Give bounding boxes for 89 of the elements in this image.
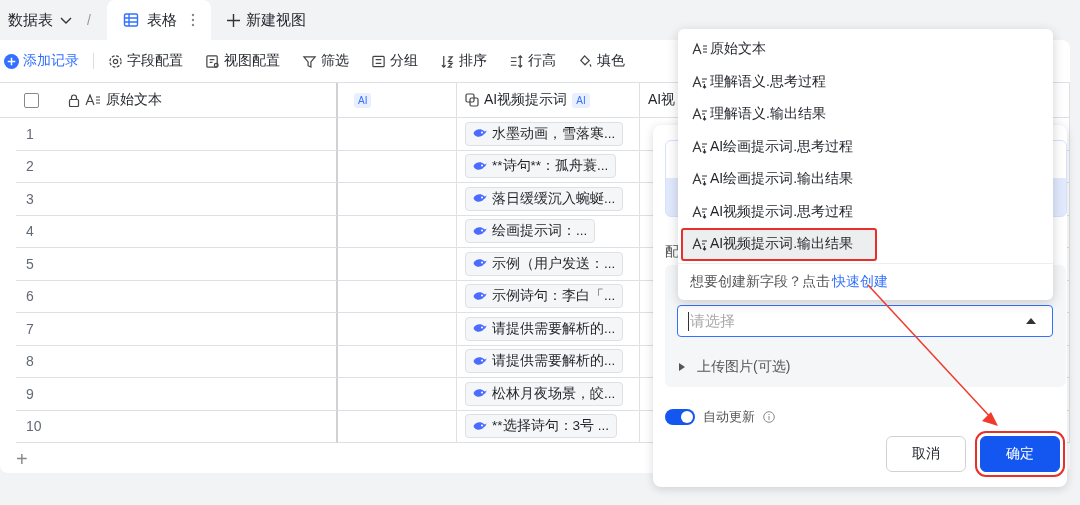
- dropdown-option[interactable]: AI绘画提示词.思考过程: [681, 130, 1050, 163]
- toggle-switch[interactable]: [665, 409, 695, 425]
- ai-text-field-icon: [692, 172, 708, 187]
- whale-icon: [473, 193, 487, 205]
- column-title: AI视: [648, 91, 676, 109]
- quick-create-link[interactable]: 快速创建: [832, 272, 888, 291]
- sort-icon: [440, 53, 455, 69]
- row-number: 3: [25, 190, 34, 207]
- column-header[interactable]: AI: [338, 83, 457, 118]
- new-view-button[interactable]: 新建视图: [226, 0, 306, 40]
- toolbar-button[interactable]: 填色: [578, 52, 625, 70]
- view-tab[interactable]: 表格: [106, 0, 211, 40]
- prompt-text: 松林月夜场景，皎...: [492, 384, 616, 403]
- text-field-icon: [85, 94, 101, 106]
- grid-icon: [122, 12, 139, 28]
- table-switcher[interactable]: 数据表: [8, 0, 73, 40]
- ai-badge: AI: [354, 92, 372, 108]
- whale-icon: [473, 160, 487, 172]
- gear-icon: [108, 53, 123, 69]
- whale-icon: [473, 128, 487, 140]
- filter-icon: [302, 53, 317, 69]
- whale-icon: [473, 420, 487, 432]
- lock-icon: [68, 93, 80, 107]
- toggle-label: 自动更新: [703, 408, 755, 426]
- prompt-text: 水墨动画，雪落寒...: [492, 124, 616, 143]
- more-icon[interactable]: [190, 13, 195, 27]
- paint-bucket-icon: [578, 53, 593, 69]
- dropdown-option[interactable]: 理解语义.思考过程: [681, 65, 1050, 98]
- toolbar-button[interactable]: 视图配置: [205, 52, 280, 70]
- copy-icon: [465, 93, 479, 107]
- prompt-text: 请提供需要解析的...: [492, 352, 616, 371]
- hint-text: 想要创建新字段？点击: [690, 272, 830, 291]
- text-field-icon: [692, 42, 708, 57]
- prompt-text: 绘画提示词：...: [492, 222, 588, 241]
- prompt-text: 示例诗句：李白「...: [492, 287, 616, 306]
- row-number: 4: [25, 223, 34, 240]
- dropdown-option[interactable]: AI绘画提示词.输出结果: [681, 163, 1050, 196]
- dropdown-option[interactable]: 理解语义.输出结果: [681, 98, 1050, 131]
- section-label: 配: [665, 243, 679, 261]
- toolbar-button[interactable]: 行高: [509, 52, 556, 70]
- info-icon: [763, 411, 775, 423]
- caret-right-icon: [679, 363, 685, 371]
- toolbar-button[interactable]: 筛选: [302, 52, 349, 70]
- list-icon: [371, 53, 386, 69]
- column-title: 原始文本: [106, 91, 162, 109]
- ai-text-field-icon: [692, 237, 708, 252]
- column-header[interactable]: 原始文本: [0, 83, 338, 118]
- plus-icon: [226, 13, 240, 27]
- plus-circle-icon: [4, 53, 19, 69]
- row-number: 8: [25, 353, 34, 370]
- ai-text-field-icon: [692, 107, 708, 122]
- row-number: 6: [25, 288, 34, 305]
- prompt-text: 示例（用户发送：...: [492, 254, 616, 273]
- caret-up-icon: [1026, 318, 1036, 324]
- add-row-button[interactable]: +: [16, 447, 28, 471]
- whale-icon: [473, 290, 487, 302]
- row-number: 10: [25, 418, 42, 435]
- whale-icon: [473, 355, 487, 367]
- row-number: 2: [25, 158, 34, 175]
- ai-text-field-icon: [692, 74, 708, 89]
- prompt-text: 请提供需要解析的...: [492, 319, 616, 338]
- whale-icon: [473, 388, 487, 400]
- add-record-button[interactable]: 添加记录: [4, 52, 79, 70]
- ai-text-field-icon: [692, 139, 708, 154]
- document-icon: [205, 53, 220, 69]
- breadcrumb-separator: /: [87, 11, 91, 30]
- toolbar-button[interactable]: 字段配置: [108, 52, 183, 70]
- cancel-button[interactable]: 取消: [886, 436, 966, 472]
- row-number: 7: [25, 320, 34, 337]
- dropdown-option[interactable]: AI视频提示词.输出结果: [681, 228, 877, 261]
- whale-icon: [473, 323, 487, 335]
- column-header[interactable]: AI视频提示词 AI: [457, 83, 640, 118]
- toolbar-button[interactable]: 排序: [440, 52, 487, 70]
- column-title: AI视频提示词: [484, 91, 568, 109]
- dropdown-option[interactable]: AI视频提示词.思考过程: [681, 195, 1050, 228]
- upload-disclosure[interactable]: 上传图片(可选): [679, 358, 791, 376]
- row-number: 9: [25, 385, 34, 402]
- row-number: 5: [25, 255, 34, 272]
- whale-icon: [473, 258, 487, 270]
- row-number: 1: [25, 125, 34, 142]
- ai-text-field-icon: [692, 204, 708, 219]
- toolbar-button[interactable]: 分组: [371, 52, 418, 70]
- ai-badge: AI: [572, 92, 590, 108]
- row-height-icon: [509, 53, 524, 69]
- whale-icon: [473, 225, 487, 237]
- prompt-text: 落日缓缓沉入蜿蜒...: [492, 189, 616, 208]
- prompt-text: **选择诗句：3号 ...: [492, 417, 610, 436]
- prompt-text: **诗句**：孤舟蓑...: [492, 157, 609, 176]
- dropdown-option[interactable]: 原始文本: [681, 33, 1050, 66]
